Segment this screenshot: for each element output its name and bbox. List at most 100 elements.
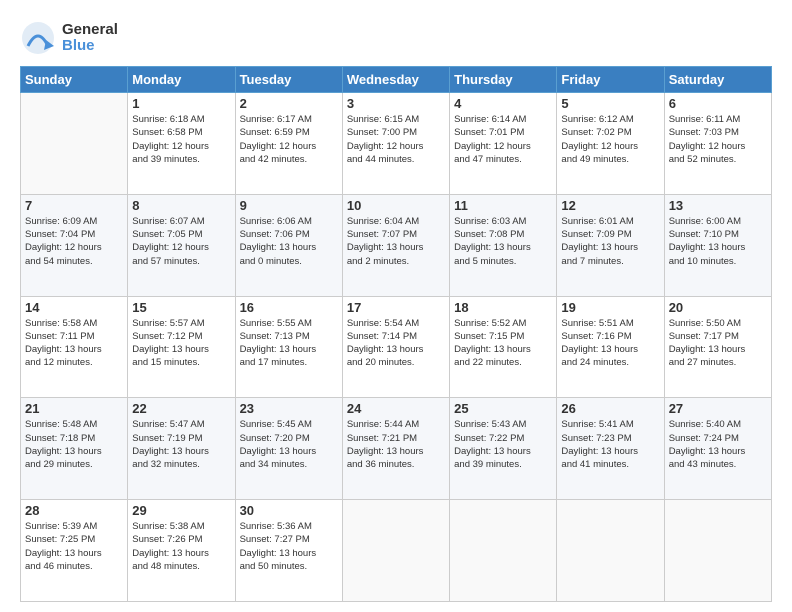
day-info: Sunrise: 5:45 AMSunset: 7:20 PMDaylight:… — [240, 418, 338, 471]
day-number: 15 — [132, 300, 230, 315]
logo-blue: Blue — [62, 38, 118, 55]
day-number: 6 — [669, 96, 767, 111]
day-info: Sunrise: 5:36 AMSunset: 7:27 PMDaylight:… — [240, 520, 338, 573]
calendar-day-cell: 30 Sunrise: 5:36 AMSunset: 7:27 PMDayligh… — [235, 500, 342, 602]
day-number: 16 — [240, 300, 338, 315]
day-info: Sunrise: 6:04 AMSunset: 7:07 PMDaylight:… — [347, 215, 445, 268]
day-info: Sunrise: 6:07 AMSunset: 7:05 PMDaylight:… — [132, 215, 230, 268]
day-info: Sunrise: 6:18 AMSunset: 6:58 PMDaylight:… — [132, 113, 230, 166]
day-number: 8 — [132, 198, 230, 213]
day-number: 29 — [132, 503, 230, 518]
calendar-day-cell: 21Sunrise: 5:48 AMSunset: 7:18 PMDayligh… — [21, 398, 128, 500]
calendar-day-cell — [664, 500, 771, 602]
header-row: SundayMondayTuesdayWednesdayThursdayFrid… — [21, 67, 772, 93]
calendar-day-cell: 27 Sunrise: 5:40 AMSunset: 7:24 PMDayligh… — [664, 398, 771, 500]
day-info: Sunrise: 6:11 AMSunset: 7:03 PMDaylight:… — [669, 113, 767, 166]
calendar-week-row: 7Sunrise: 6:09 AMSunset: 7:04 PMDaylight… — [21, 194, 772, 296]
day-info: Sunrise: 5:41 AMSunset: 7:23 PMDaylight:… — [561, 418, 659, 471]
calendar-day-cell: 12Sunrise: 6:01 AMSunset: 7:09 PMDayligh… — [557, 194, 664, 296]
calendar-week-row: 21Sunrise: 5:48 AMSunset: 7:18 PMDayligh… — [21, 398, 772, 500]
calendar-week-row: 28Sunrise: 5:39 AMSunset: 7:25 PMDayligh… — [21, 500, 772, 602]
weekday-header: Wednesday — [342, 67, 449, 93]
day-number: 19 — [561, 300, 659, 315]
day-info: Sunrise: 5:43 AMSunset: 7:22 PMDaylight:… — [454, 418, 552, 471]
day-number: 30 — [240, 503, 338, 518]
day-info: Sunrise: 6:15 AMSunset: 7:00 PMDaylight:… — [347, 113, 445, 166]
calendar-day-cell: 19Sunrise: 5:51 AMSunset: 7:16 PMDayligh… — [557, 296, 664, 398]
calendar-day-cell — [450, 500, 557, 602]
day-info: Sunrise: 6:03 AMSunset: 7:08 PMDaylight:… — [454, 215, 552, 268]
calendar-day-cell: 15 Sunrise: 5:57 AMSunset: 7:12 PMDayligh… — [128, 296, 235, 398]
calendar-day-cell: 4 Sunrise: 6:14 AMSunset: 7:01 PMDaylight… — [450, 93, 557, 195]
day-number: 28 — [25, 503, 123, 518]
calendar-day-cell: 6 Sunrise: 6:11 AMSunset: 7:03 PMDaylight… — [664, 93, 771, 195]
day-info: Sunrise: 5:54 AMSunset: 7:14 PMDaylight:… — [347, 317, 445, 370]
day-info: Sunrise: 6:06 AMSunset: 7:06 PMDaylight:… — [240, 215, 338, 268]
day-info: Sunrise: 6:12 AMSunset: 7:02 PMDaylight:… — [561, 113, 659, 166]
calendar-day-cell: 1 Sunrise: 6:18 AMSunset: 6:58 PMDaylight… — [128, 93, 235, 195]
day-info: Sunrise: 5:50 AMSunset: 7:17 PMDaylight:… — [669, 317, 767, 370]
day-info: Sunrise: 5:44 AMSunset: 7:21 PMDaylight:… — [347, 418, 445, 471]
calendar-day-cell: 11 Sunrise: 6:03 AMSunset: 7:08 PMDayligh… — [450, 194, 557, 296]
day-info: Sunrise: 6:17 AMSunset: 6:59 PMDaylight:… — [240, 113, 338, 166]
weekday-header: Sunday — [21, 67, 128, 93]
weekday-header: Monday — [128, 67, 235, 93]
calendar-day-cell: 9 Sunrise: 6:06 AMSunset: 7:06 PMDaylight… — [235, 194, 342, 296]
logo: General Blue — [20, 20, 118, 56]
day-number: 21 — [25, 401, 123, 416]
day-number: 22 — [132, 401, 230, 416]
calendar-day-cell: 18 Sunrise: 5:52 AMSunset: 7:15 PMDayligh… — [450, 296, 557, 398]
day-info: Sunrise: 6:00 AMSunset: 7:10 PMDaylight:… — [669, 215, 767, 268]
day-info: Sunrise: 5:38 AMSunset: 7:26 PMDaylight:… — [132, 520, 230, 573]
calendar-day-cell: 22 Sunrise: 5:47 AMSunset: 7:19 PMDayligh… — [128, 398, 235, 500]
calendar-week-row: 14 Sunrise: 5:58 AMSunset: 7:11 PMDayligh… — [21, 296, 772, 398]
logo-general: General — [62, 22, 118, 39]
day-number: 11 — [454, 198, 552, 213]
header: General Blue — [20, 20, 772, 56]
calendar-day-cell: 16 Sunrise: 5:55 AMSunset: 7:13 PMDayligh… — [235, 296, 342, 398]
calendar-day-cell — [557, 500, 664, 602]
day-number: 26 — [561, 401, 659, 416]
day-number: 2 — [240, 96, 338, 111]
day-info: Sunrise: 5:57 AMSunset: 7:12 PMDaylight:… — [132, 317, 230, 370]
day-number: 9 — [240, 198, 338, 213]
day-info: Sunrise: 5:58 AMSunset: 7:11 PMDaylight:… — [25, 317, 123, 370]
calendar-day-cell: 14 Sunrise: 5:58 AMSunset: 7:11 PMDayligh… — [21, 296, 128, 398]
day-info: Sunrise: 5:52 AMSunset: 7:15 PMDaylight:… — [454, 317, 552, 370]
day-number: 14 — [25, 300, 123, 315]
weekday-header: Saturday — [664, 67, 771, 93]
calendar-day-cell: 20 Sunrise: 5:50 AMSunset: 7:17 PMDayligh… — [664, 296, 771, 398]
calendar-table: SundayMondayTuesdayWednesdayThursdayFrid… — [20, 66, 772, 602]
calendar-day-cell: 23Sunrise: 5:45 AMSunset: 7:20 PMDayligh… — [235, 398, 342, 500]
calendar-day-cell: 5 Sunrise: 6:12 AMSunset: 7:02 PMDaylight… — [557, 93, 664, 195]
calendar-day-cell: 17 Sunrise: 5:54 AMSunset: 7:14 PMDayligh… — [342, 296, 449, 398]
day-number: 1 — [132, 96, 230, 111]
calendar-day-cell: 8 Sunrise: 6:07 AMSunset: 7:05 PMDaylight… — [128, 194, 235, 296]
calendar-day-cell: 25 Sunrise: 5:43 AMSunset: 7:22 PMDayligh… — [450, 398, 557, 500]
day-number: 18 — [454, 300, 552, 315]
calendar-day-cell: 28Sunrise: 5:39 AMSunset: 7:25 PMDayligh… — [21, 500, 128, 602]
day-info: Sunrise: 6:14 AMSunset: 7:01 PMDaylight:… — [454, 113, 552, 166]
day-number: 3 — [347, 96, 445, 111]
day-number: 7 — [25, 198, 123, 213]
page: General Blue SundayMondayTuesdayWednesda… — [0, 0, 792, 612]
logo-svg-icon — [20, 20, 56, 56]
day-info: Sunrise: 5:47 AMSunset: 7:19 PMDaylight:… — [132, 418, 230, 471]
day-info: Sunrise: 5:55 AMSunset: 7:13 PMDaylight:… — [240, 317, 338, 370]
day-number: 27 — [669, 401, 767, 416]
calendar-day-cell — [342, 500, 449, 602]
calendar-week-row: 1 Sunrise: 6:18 AMSunset: 6:58 PMDaylight… — [21, 93, 772, 195]
day-info: Sunrise: 6:01 AMSunset: 7:09 PMDaylight:… — [561, 215, 659, 268]
day-number: 17 — [347, 300, 445, 315]
calendar-day-cell — [21, 93, 128, 195]
calendar-day-cell: 7Sunrise: 6:09 AMSunset: 7:04 PMDaylight… — [21, 194, 128, 296]
day-number: 13 — [669, 198, 767, 213]
calendar-day-cell: 24Sunrise: 5:44 AMSunset: 7:21 PMDayligh… — [342, 398, 449, 500]
day-number: 25 — [454, 401, 552, 416]
day-number: 5 — [561, 96, 659, 111]
calendar-day-cell: 13 Sunrise: 6:00 AMSunset: 7:10 PMDayligh… — [664, 194, 771, 296]
day-info: Sunrise: 5:40 AMSunset: 7:24 PMDaylight:… — [669, 418, 767, 471]
day-number: 20 — [669, 300, 767, 315]
calendar-day-cell: 29 Sunrise: 5:38 AMSunset: 7:26 PMDayligh… — [128, 500, 235, 602]
day-number: 4 — [454, 96, 552, 111]
